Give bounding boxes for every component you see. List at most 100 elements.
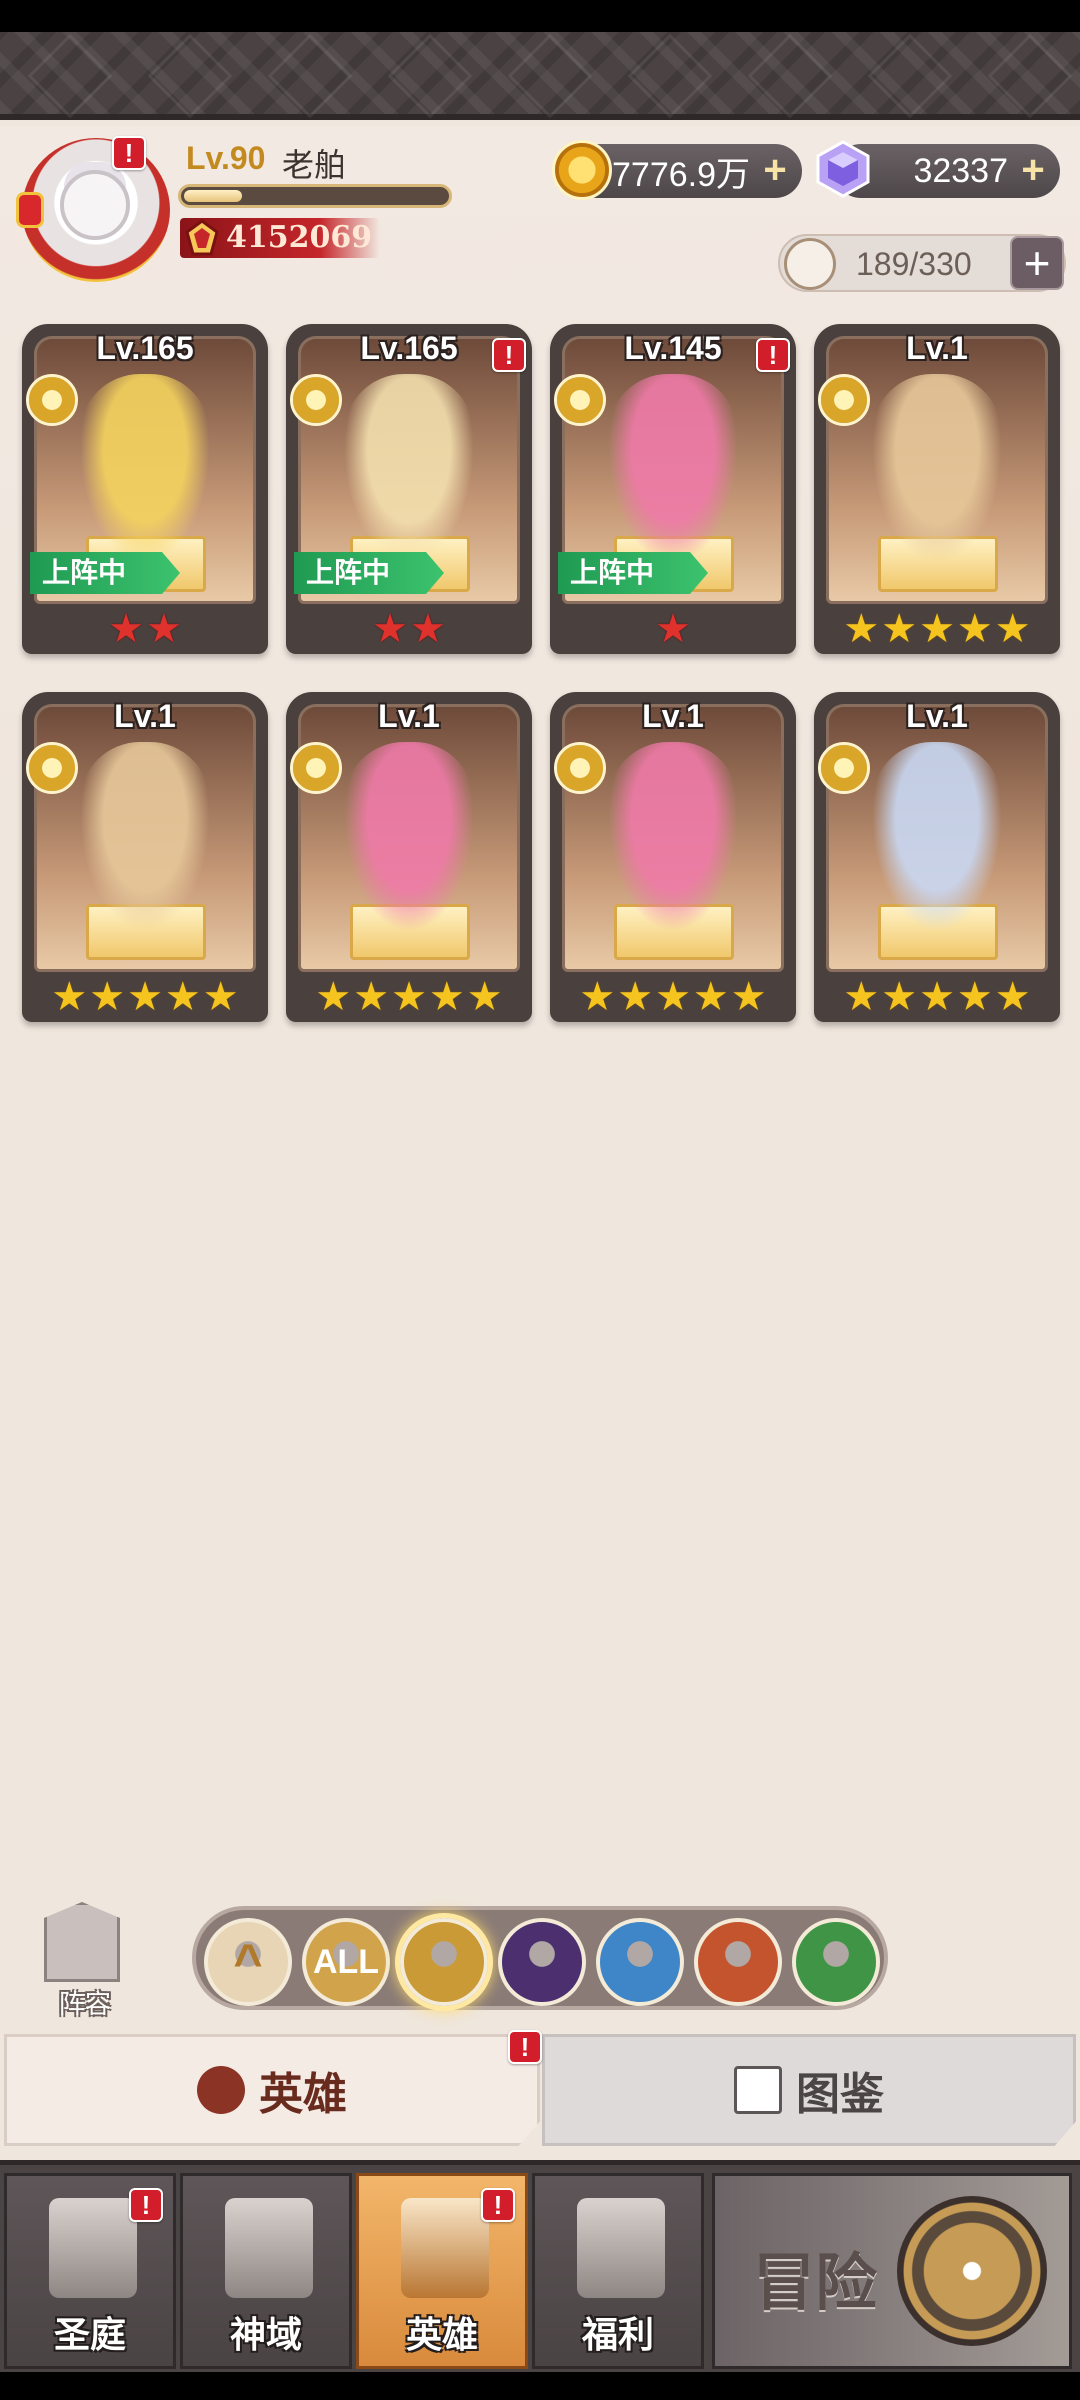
hero-level: Lv.1 — [906, 330, 968, 366]
star-rating: ★ — [550, 604, 796, 654]
hero-sprite — [872, 374, 1002, 564]
hero-card[interactable]: Lv.145 上阵中! ★ — [550, 324, 796, 654]
star-icon: ★ — [428, 975, 465, 1019]
diamond-value: 32337 — [913, 151, 1008, 190]
lineup-label: 阵容 — [58, 1989, 111, 2019]
holy-faction-icon — [554, 374, 606, 426]
hero-card[interactable]: Lv.1 ★ ★ ★ ★ ★ — [814, 324, 1060, 654]
nav-adventure[interactable]: 冒险 — [712, 2173, 1072, 2369]
star-icon: ★ — [164, 975, 201, 1019]
hero-slot-value: 189/330 — [856, 246, 972, 282]
holy-faction-icon — [818, 742, 870, 794]
exp-bar-fill — [184, 190, 242, 202]
hero-card[interactable]: Lv.165 上阵中! ★ ★ — [286, 324, 532, 654]
star-icon: ★ — [315, 975, 352, 1019]
star-icon: ★ — [372, 607, 408, 651]
hero-card[interactable]: Lv.1 ★ ★ ★ ★ ★ — [22, 692, 268, 1022]
chevron-up-icon[interactable]: ^ — [204, 1918, 292, 2006]
star-rating: ★ ★ ★ ★ ★ — [22, 972, 268, 1022]
holy-faction-icon — [818, 374, 870, 426]
hero-card[interactable]: Lv.165 上阵中 ★ ★ — [22, 324, 268, 654]
tab-heroes-alert-badge: ! — [508, 2030, 542, 2064]
tab-heroes[interactable]: 英雄 — [4, 2034, 540, 2146]
hero-sprite — [80, 742, 210, 932]
hero-level: Lv.1 — [642, 698, 704, 734]
star-rating: ★ ★ — [22, 604, 268, 654]
expand-slots-button[interactable]: + — [1010, 236, 1064, 290]
star-icon: ★ — [202, 975, 239, 1019]
star-icon: ★ — [51, 975, 88, 1019]
add-gold-button[interactable]: + — [756, 150, 794, 190]
star-rating: ★ ★ — [286, 604, 532, 654]
hero-sprite — [80, 374, 210, 564]
star-icon: ★ — [466, 975, 503, 1019]
status-bar — [0, 0, 1080, 32]
top-decoration-band — [0, 32, 1080, 120]
combat-power: 4152069 — [226, 220, 373, 255]
power-icon — [185, 219, 219, 256]
bottom-navigation: 圣庭 ! 神域 英雄 ! 福利 冒险 — [0, 2160, 1080, 2372]
player-name: 老舶 — [282, 147, 347, 183]
star-icon: ★ — [919, 975, 955, 1019]
holy-faction-icon — [26, 374, 78, 426]
hero-alert-badge: ! — [492, 338, 526, 372]
star-icon: ★ — [692, 975, 729, 1019]
tab-codex[interactable]: 图鉴 — [542, 2034, 1076, 2146]
holy-faction-icon — [554, 742, 606, 794]
nav-sanctum[interactable]: 圣庭 ! — [4, 2173, 176, 2369]
star-icon: ★ — [391, 975, 427, 1019]
lantern-icon — [16, 192, 44, 228]
castle-icon — [49, 2198, 137, 2298]
hero-level: Lv.1 — [378, 698, 440, 734]
star-icon: ★ — [655, 607, 691, 651]
holy-faction-icon — [290, 742, 342, 794]
horned-helmet-icon — [401, 2198, 489, 2298]
hero-card[interactable]: Lv.1 ★ ★ ★ ★ ★ — [286, 692, 532, 1022]
add-diamond-button[interactable]: + — [1014, 150, 1052, 190]
star-icon: ★ — [655, 975, 691, 1019]
holy-faction-icon[interactable] — [400, 1918, 488, 2006]
nav-welfare-label: 福利 — [581, 2314, 654, 2355]
gold-value: 7776.9万 — [612, 155, 750, 194]
deployed-tag: 上阵中 — [294, 552, 444, 594]
hero-sprite — [344, 374, 474, 564]
star-icon: ★ — [919, 607, 955, 651]
star-icon: ★ — [579, 975, 616, 1019]
star-rating: ★ ★ ★ ★ ★ — [286, 972, 532, 1022]
dark-faction-icon[interactable] — [498, 1918, 586, 2006]
star-icon: ★ — [410, 607, 446, 651]
hero-card[interactable]: Lv.1 ★ ★ ★ ★ ★ — [814, 692, 1060, 1022]
star-rating: ★ ★ ★ ★ ★ — [550, 972, 796, 1022]
fire-faction-icon[interactable] — [694, 1918, 782, 2006]
star-icon: ★ — [843, 975, 880, 1019]
deployed-tag: 上阵中 — [558, 552, 708, 594]
nav-divine-realm[interactable]: 神域 — [180, 2173, 352, 2369]
lineup-button[interactable]: 阵容 — [30, 1902, 140, 2022]
hero-sprite — [608, 742, 738, 932]
nav-heroes[interactable]: 英雄 ! — [356, 2173, 528, 2369]
system-nav-bar — [0, 2372, 1080, 2400]
avatar-alert-badge: ! — [112, 136, 146, 170]
star-icon: ★ — [956, 607, 993, 651]
nav-heroes-label: 英雄 — [405, 2314, 478, 2355]
holy-faction-icon — [290, 374, 342, 426]
player-avatar[interactable]: ! — [12, 132, 172, 282]
nature-faction-icon[interactable] — [792, 1918, 880, 2006]
holy-faction-icon — [26, 742, 78, 794]
nav-welfare[interactable]: 福利 — [532, 2173, 704, 2369]
tab-heroes-label: 英雄 — [259, 2070, 347, 2119]
tab-codex-label: 图鉴 — [796, 2070, 884, 2119]
hero-slot-counter: 189/330 + — [778, 234, 1066, 292]
hero-level: Lv.1 — [114, 698, 176, 734]
star-icon: ★ — [881, 607, 918, 651]
water-faction-icon[interactable] — [596, 1918, 684, 2006]
faction-filter-bar: ^ ALL — [192, 1906, 888, 2010]
player-level: Lv.90 — [186, 140, 266, 176]
star-icon: ★ — [617, 975, 654, 1019]
hero-level: Lv.165 — [96, 330, 194, 366]
hero-card[interactable]: Lv.1 ★ ★ ★ ★ ★ — [550, 692, 796, 1022]
star-rating: ★ ★ ★ ★ ★ — [814, 604, 1060, 654]
star-icon: ★ — [956, 975, 993, 1019]
all-icon[interactable]: ALL — [302, 1918, 390, 2006]
nav-adventure-label: 冒险 — [753, 2249, 878, 2318]
